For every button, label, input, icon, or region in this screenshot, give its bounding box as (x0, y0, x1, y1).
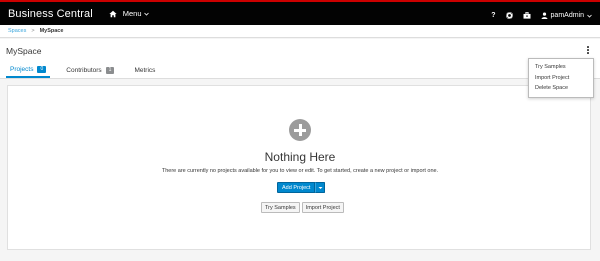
tab-count-badge: 0 (37, 65, 47, 73)
empty-state-title: Nothing Here (264, 150, 336, 164)
menu-item-import-project[interactable]: Import Project (529, 73, 593, 84)
tab-label: Contributors (66, 66, 102, 74)
briefcase-icon[interactable] (523, 12, 531, 19)
breadcrumb-spaces-link[interactable]: Spaces (8, 28, 26, 34)
tab-projects[interactable]: Projects 0 (6, 62, 51, 78)
kebab-dropdown-menu: Try Samples Import Project Delete Space (528, 58, 594, 98)
tab-metrics[interactable]: Metrics (130, 62, 159, 78)
breadcrumb: Spaces > MySpace (0, 25, 600, 38)
tab-label: Metrics (134, 66, 156, 74)
plus-circle-icon (289, 119, 311, 141)
tab-label: Projects (10, 65, 34, 73)
breadcrumb-separator: > (31, 28, 35, 34)
import-project-button[interactable]: Import Project (301, 202, 344, 213)
home-icon[interactable] (109, 10, 117, 18)
menu-label: Menu (122, 9, 142, 18)
user-name: pamAdmin (550, 12, 584, 19)
page-title: MySpace (6, 46, 42, 56)
add-project-button[interactable]: Add Project (277, 182, 316, 193)
tab-contributors[interactable]: Contributors 1 (62, 62, 118, 78)
user-menu-toggle[interactable]: pamAdmin (541, 12, 592, 19)
menu-item-delete-space[interactable]: Delete Space (529, 83, 593, 94)
menu-dropdown-toggle[interactable]: Menu (123, 9, 149, 18)
chevron-down-icon (318, 186, 323, 189)
tab-count-badge: 1 (105, 66, 115, 74)
top-navbar: Business Central Menu ? pamAdmin (0, 0, 600, 25)
gear-icon[interactable] (505, 12, 513, 19)
add-project-dropdown-toggle[interactable] (315, 182, 326, 193)
space-header: MySpace Projects 0 Contributors 1 Metric… (0, 39, 600, 79)
help-icon[interactable]: ? (491, 12, 495, 19)
try-samples-button[interactable]: Try Samples (261, 202, 300, 213)
add-project-split-button: Add Project (277, 182, 326, 193)
chevron-down-icon (143, 9, 149, 18)
menu-item-try-samples[interactable]: Try Samples (529, 62, 593, 73)
kebab-icon[interactable] (585, 46, 591, 54)
user-icon (541, 12, 548, 19)
secondary-actions: Try Samples Import Project (261, 202, 344, 213)
space-tabs: Projects 0 Contributors 1 Metrics (6, 62, 171, 78)
breadcrumb-current: MySpace (39, 28, 64, 34)
chevron-down-icon (587, 14, 592, 18)
empty-state-text: There are currently no projects availabl… (161, 168, 439, 174)
app-brand[interactable]: Business Central (8, 8, 93, 20)
